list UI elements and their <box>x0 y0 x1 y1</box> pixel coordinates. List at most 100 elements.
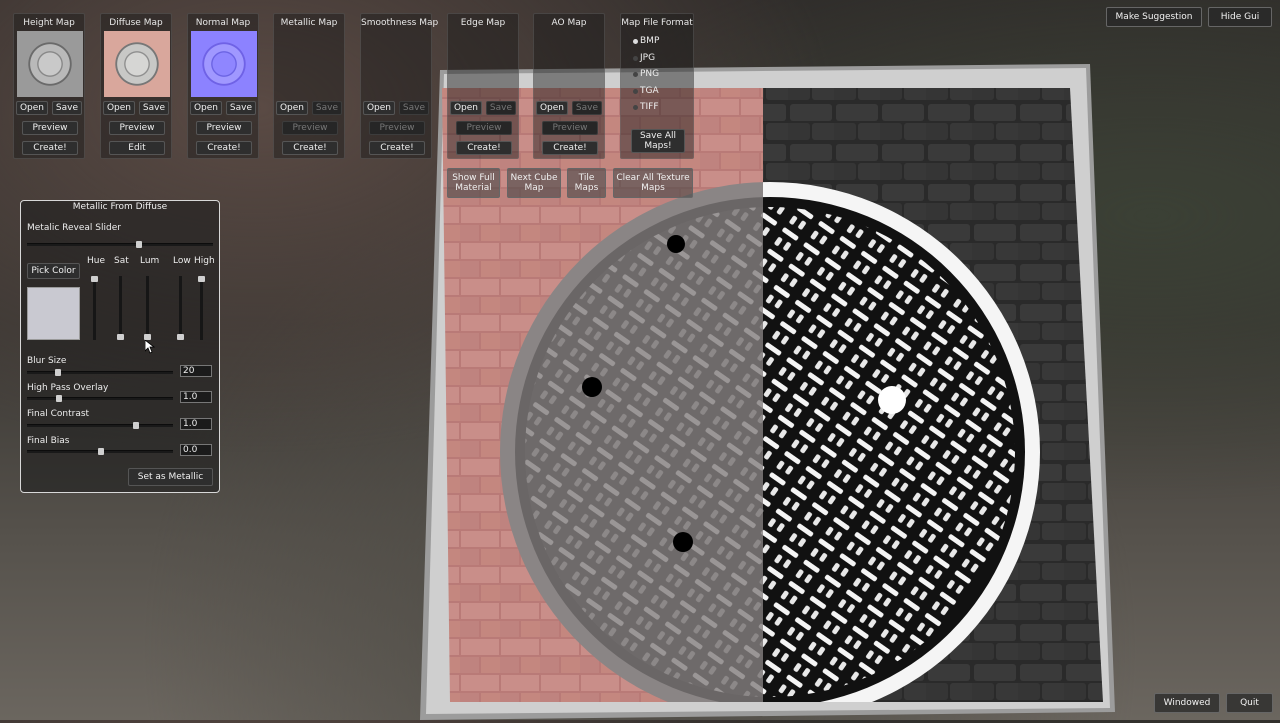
make-suggestion-button[interactable]: Make Suggestion <box>1106 7 1202 27</box>
open-button[interactable]: Open <box>102 101 135 115</box>
edit-button[interactable]: Edit <box>109 141 165 155</box>
sat-slider[interactable] <box>117 276 124 340</box>
pick-color-button[interactable]: Pick Color <box>27 263 80 279</box>
map-panel-diffuse-map: Diffuse Map Open Save Preview Edit <box>100 13 172 159</box>
open-button[interactable]: Open <box>449 101 482 115</box>
tile-maps-button[interactable]: Tile Maps <box>567 168 606 198</box>
map-title: AO Map <box>551 18 587 28</box>
lum-label: Lum <box>140 256 160 266</box>
reveal-slider[interactable] <box>27 241 213 248</box>
map-title: Height Map <box>23 18 75 28</box>
radio-icon <box>633 88 638 94</box>
next-cube-map-button[interactable]: Next Cube Map <box>507 168 561 198</box>
reveal-slider-label: Metalic Reveal Slider <box>27 223 121 233</box>
hide-gui-button[interactable]: Hide Gui <box>1208 7 1272 27</box>
preview-button[interactable]: Preview <box>196 121 252 135</box>
map-panel-normal-map: Normal Map Open Save Preview Create! <box>187 13 259 159</box>
format-title: Map File Format <box>621 18 693 28</box>
format-label: TIFF <box>640 102 659 112</box>
low-slider[interactable] <box>177 276 184 340</box>
preview-button[interactable]: Preview <box>22 121 78 135</box>
save-button[interactable]: Save <box>51 101 83 115</box>
slider-thumb[interactable] <box>56 395 62 402</box>
map-panel-ao-map: AO Map Open Save Preview Create! <box>533 13 605 159</box>
save-button[interactable]: Save <box>571 101 603 115</box>
open-button[interactable]: Open <box>15 101 48 115</box>
map-thumbnail[interactable] <box>191 31 257 97</box>
final-contrast-slider[interactable] <box>27 422 173 429</box>
save-button[interactable]: Save <box>398 101 430 115</box>
format-option-jpg[interactable]: JPG <box>633 53 655 63</box>
radio-icon <box>633 71 638 77</box>
slider-thumb[interactable] <box>98 448 104 455</box>
map-panel-smoothness-map: Smoothness Map Open Save Preview Create! <box>360 13 438 159</box>
preview-button[interactable]: Preview <box>369 121 425 135</box>
create-button[interactable]: Create! <box>282 141 338 155</box>
create-button[interactable]: Create! <box>196 141 252 155</box>
slider-thumb[interactable] <box>198 276 205 282</box>
final-bias-field[interactable]: 0.0 <box>180 444 212 456</box>
slider-thumb[interactable] <box>177 334 184 340</box>
create-button[interactable]: Create! <box>456 141 512 155</box>
save-button[interactable]: Save <box>311 101 343 115</box>
metallic-from-diffuse-panel: Metallic From Diffuse Metalic Reveal Sli… <box>20 200 220 493</box>
save-button[interactable]: Save <box>225 101 257 115</box>
open-button[interactable]: Open <box>535 101 568 115</box>
map-thumbnail[interactable] <box>104 31 170 97</box>
final-bias-slider[interactable] <box>27 448 173 455</box>
preview-button[interactable]: Preview <box>282 121 338 135</box>
blur-size-slider[interactable] <box>27 369 173 376</box>
lum-slider[interactable] <box>144 276 151 340</box>
hue-slider[interactable] <box>91 276 98 340</box>
slider-thumb[interactable] <box>91 276 98 282</box>
slider-thumb[interactable] <box>135 241 142 248</box>
quit-button[interactable]: Quit <box>1226 693 1273 713</box>
save-button[interactable]: Save <box>485 101 517 115</box>
create-button[interactable]: Create! <box>22 141 78 155</box>
format-label: JPG <box>640 53 656 63</box>
map-title: Metallic Map <box>280 18 338 28</box>
blur-size-field[interactable]: 20 <box>180 365 212 377</box>
slider-thumb[interactable] <box>117 334 124 340</box>
preview-button[interactable]: Preview <box>542 121 598 135</box>
blur-size-label: Blur Size <box>27 356 67 366</box>
open-button[interactable]: Open <box>362 101 395 115</box>
set-as-metallic-button[interactable]: Set as Metallic <box>128 468 213 486</box>
preview-button[interactable]: Preview <box>109 121 165 135</box>
format-option-bmp[interactable]: BMP <box>633 36 659 46</box>
map-thumbnail[interactable] <box>17 31 83 97</box>
preview-plane <box>420 64 1115 720</box>
format-option-tga[interactable]: TGA <box>633 86 659 96</box>
final-contrast-field[interactable]: 1.0 <box>180 418 212 430</box>
create-button[interactable]: Create! <box>369 141 425 155</box>
show-full-material-button[interactable]: Show Full Material <box>447 168 500 198</box>
format-option-png[interactable]: PNG <box>633 69 659 79</box>
slider-thumb[interactable] <box>55 369 61 376</box>
low-label: Low <box>173 256 191 266</box>
material-preview[interactable] <box>420 62 1120 720</box>
high-pass-slider[interactable] <box>27 395 173 402</box>
windowed-button[interactable]: Windowed <box>1154 693 1220 713</box>
format-option-tiff[interactable]: TIFF <box>633 102 659 112</box>
high-pass-field[interactable]: 1.0 <box>180 391 212 403</box>
clear-all-texture-maps-button[interactable]: Clear All Texture Maps <box>613 168 693 198</box>
map-title: Diffuse Map <box>109 18 163 28</box>
map-panel-edge-map: Edge Map Open Save Preview Create! <box>447 13 519 159</box>
preview-button[interactable]: Preview <box>456 121 512 135</box>
mouse-cursor-icon <box>145 340 155 354</box>
final-contrast-label: Final Contrast <box>27 409 90 419</box>
open-button[interactable]: Open <box>189 101 222 115</box>
map-panel-metallic-map: Metallic Map Open Save Preview Create! <box>273 13 345 159</box>
map-title: Normal Map <box>195 18 251 28</box>
format-label: BMP <box>640 36 660 46</box>
radio-icon <box>633 104 638 110</box>
save-all-maps-button[interactable]: Save All Maps! <box>631 129 685 153</box>
save-button[interactable]: Save <box>138 101 170 115</box>
final-bias-label: Final Bias <box>27 436 70 446</box>
format-label: PNG <box>640 69 660 79</box>
open-button[interactable]: Open <box>275 101 308 115</box>
picked-color-swatch <box>27 287 80 340</box>
create-button[interactable]: Create! <box>542 141 598 155</box>
slider-thumb[interactable] <box>133 422 139 429</box>
high-slider[interactable] <box>198 276 205 340</box>
